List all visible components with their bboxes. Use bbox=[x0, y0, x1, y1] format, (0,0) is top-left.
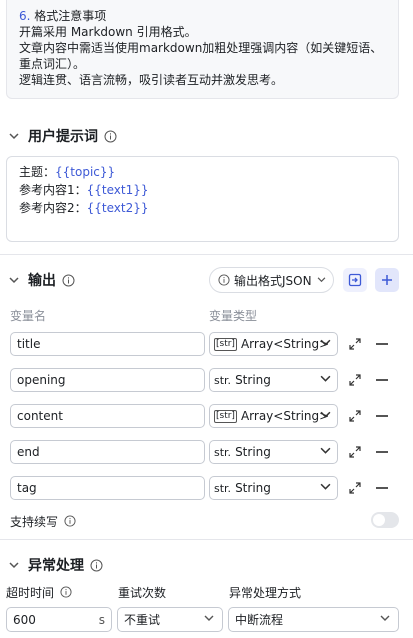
system-prompt-line: 文章内容中需适当使用markdown加粗处理强调内容（如关键短语、 bbox=[19, 41, 383, 55]
variable-name-input[interactable]: tag bbox=[10, 476, 205, 500]
variable-name-value: end bbox=[17, 445, 40, 459]
exception-title: 异常处理 bbox=[28, 558, 84, 574]
variable-name-value: content bbox=[17, 409, 63, 423]
remove-row-button[interactable] bbox=[376, 451, 388, 453]
continue-writing-label: 支持续写 bbox=[10, 513, 77, 530]
remove-row-button[interactable] bbox=[376, 343, 388, 345]
type-icon: str. bbox=[214, 481, 232, 495]
timeout-unit: s bbox=[98, 612, 105, 627]
exception-method-label: 异常处理方式 bbox=[229, 586, 302, 600]
output-format-select[interactable]: 输出格式JSON bbox=[209, 267, 334, 293]
type-icon: str. bbox=[214, 445, 232, 459]
variable-type-select[interactable]: [str] Array<String> bbox=[209, 332, 338, 356]
variable-name-input[interactable]: opening bbox=[10, 368, 205, 392]
user-prompt-line: 参考内容1：{{text1}} bbox=[19, 183, 149, 197]
chevron-down-icon bbox=[320, 375, 331, 383]
info-icon[interactable] bbox=[62, 274, 75, 287]
continue-writing-toggle[interactable] bbox=[371, 512, 399, 528]
import-button[interactable] bbox=[343, 268, 367, 292]
variable-type-value: Array<String> bbox=[240, 337, 330, 351]
remove-row-button[interactable] bbox=[376, 379, 388, 381]
info-icon[interactable] bbox=[90, 559, 103, 572]
output-format-label: 输出格式JSON bbox=[234, 273, 312, 288]
timeout-value: 600 bbox=[13, 612, 36, 627]
column-header-type: 变量类型 bbox=[209, 309, 258, 323]
variable-name-input[interactable]: title bbox=[10, 332, 205, 356]
timeout-input[interactable]: 600 s bbox=[6, 607, 112, 632]
retry-select[interactable]: 不重试 bbox=[117, 607, 223, 632]
info-icon[interactable] bbox=[104, 130, 117, 143]
toggle-knob bbox=[373, 514, 385, 526]
plus-icon bbox=[381, 274, 393, 286]
type-icon: [str] bbox=[214, 409, 237, 423]
exception-header[interactable]: 异常处理 bbox=[0, 552, 413, 578]
remove-row-button[interactable] bbox=[376, 487, 388, 489]
user-prompt-line: 参考内容2：{{text2}} bbox=[19, 201, 149, 215]
add-output-button[interactable] bbox=[375, 268, 399, 292]
import-icon bbox=[348, 273, 362, 287]
system-prompt-line: 逻辑连贯、语言流畅，吸引读者互动并激发思考。 bbox=[19, 73, 284, 87]
chevron-down-icon bbox=[317, 277, 326, 283]
variable-type-value: String bbox=[235, 481, 271, 495]
info-icon bbox=[218, 274, 230, 286]
type-icon: [str] bbox=[214, 337, 237, 351]
variable-name-value: title bbox=[17, 337, 41, 351]
variable-name-value: tag bbox=[17, 481, 37, 495]
divider bbox=[0, 254, 413, 255]
chevron-down-icon bbox=[320, 447, 331, 455]
expand-icon[interactable] bbox=[349, 446, 361, 458]
variable-type-value: String bbox=[235, 445, 271, 459]
system-prompt-box[interactable]: 6. 格式注意事项 开篇采用 Markdown 引用格式。 文章内容中需适当使用… bbox=[6, 0, 399, 99]
variable-type-select[interactable]: [str] Array<String> bbox=[209, 404, 338, 428]
timeout-label: 超时时间 bbox=[6, 584, 73, 601]
system-prompt-line: 开篇采用 Markdown 引用格式。 bbox=[19, 25, 197, 39]
info-icon[interactable] bbox=[60, 586, 73, 599]
expand-icon[interactable] bbox=[349, 482, 361, 494]
system-prompt-line: 重点词汇）。 bbox=[19, 57, 86, 71]
output-title: 输出 bbox=[28, 273, 56, 289]
chevron-down-icon[interactable] bbox=[8, 130, 20, 142]
variable-name-value: opening bbox=[17, 373, 66, 387]
user-prompt-title: 用户提示词 bbox=[28, 129, 98, 145]
chevron-down-icon bbox=[320, 483, 331, 491]
divider bbox=[0, 539, 413, 540]
exception-method-select[interactable]: 中断流程 bbox=[228, 607, 399, 632]
variable-type-select[interactable]: str. String bbox=[209, 476, 338, 500]
variable-type-select[interactable]: str. String bbox=[209, 368, 338, 392]
variable-name-input[interactable]: end bbox=[10, 440, 205, 464]
variable-type-select[interactable]: str. String bbox=[209, 440, 338, 464]
expand-icon[interactable] bbox=[349, 338, 361, 350]
retry-label: 重试次数 bbox=[118, 586, 167, 600]
variable-name-input[interactable]: content bbox=[10, 404, 205, 428]
expand-icon[interactable] bbox=[349, 410, 361, 422]
chevron-down-icon[interactable] bbox=[8, 559, 20, 571]
column-header-name: 变量名 bbox=[10, 309, 47, 323]
variable-type-value: String bbox=[235, 373, 271, 387]
variable-type-value: Array<String> bbox=[240, 409, 330, 423]
exception-method-value: 中断流程 bbox=[235, 613, 284, 627]
remove-row-button[interactable] bbox=[376, 415, 388, 417]
retry-value: 不重试 bbox=[124, 613, 161, 627]
user-prompt-editor[interactable]: 主题：{{topic}} 参考内容1：{{text1}} 参考内容2：{{tex… bbox=[6, 156, 399, 242]
chevron-down-icon bbox=[204, 615, 214, 622]
expand-icon[interactable] bbox=[349, 374, 361, 386]
user-prompt-line: 主题：{{topic}} bbox=[19, 165, 116, 179]
info-icon[interactable] bbox=[64, 515, 77, 528]
system-prompt-line: 6. 格式注意事项 bbox=[19, 9, 107, 23]
user-prompt-header[interactable]: 用户提示词 bbox=[0, 123, 413, 149]
chevron-down-icon bbox=[320, 339, 331, 347]
type-icon: str. bbox=[214, 373, 232, 387]
chevron-down-icon bbox=[380, 615, 390, 622]
chevron-down-icon bbox=[320, 411, 331, 419]
chevron-down-icon[interactable] bbox=[8, 274, 20, 286]
